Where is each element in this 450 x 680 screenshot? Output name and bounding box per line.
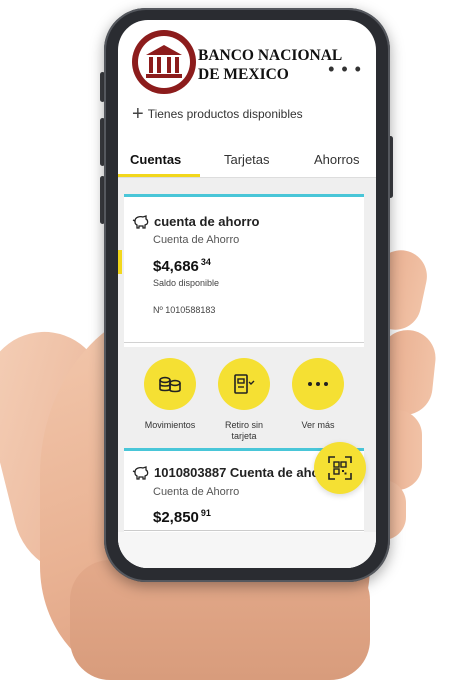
- bank-logo: [132, 30, 196, 94]
- tab-cuentas[interactable]: Cuentas: [130, 152, 181, 167]
- balance-amount: $4,686: [153, 258, 199, 275]
- bank-building-icon: [146, 45, 182, 78]
- account-type: Cuenta de Ahorro: [153, 234, 240, 246]
- account-title[interactable]: cuenta de ahorro: [132, 214, 259, 229]
- available-products-label: Tienes productos disponibles: [147, 107, 303, 121]
- retiro-sin-tarjeta-button[interactable]: Retiro sin tarjeta: [204, 358, 284, 442]
- piggy-bank-icon: [132, 465, 149, 480]
- account-balance: $2,850 91: [153, 508, 211, 526]
- account-name: 1010803887 Cuenta de aho: [154, 465, 320, 480]
- account-title[interactable]: 1010803887 Cuenta de aho: [132, 465, 319, 480]
- available-products-link[interactable]: + Tienes productos disponibles: [132, 103, 303, 125]
- movimientos-label: Movimientos: [144, 420, 196, 430]
- piggy-bank-icon: [132, 214, 149, 229]
- movimientos-button[interactable]: Movimientos: [130, 358, 210, 431]
- coins-icon: [144, 358, 196, 410]
- card-accent-bar: [118, 250, 122, 274]
- account-type: Cuenta de Ahorro: [153, 486, 240, 498]
- account-name: cuenta de ahorro: [154, 214, 260, 229]
- ver-mas-label: Ver más: [301, 420, 335, 430]
- balance-amount: $2,850: [153, 509, 199, 526]
- phone-screen: BANCO NACIONAL DE MEXICO • • • + Tienes …: [118, 20, 376, 568]
- qr-scan-button[interactable]: [314, 442, 366, 494]
- account-balance: $4,686 34: [153, 257, 211, 275]
- balance-cents: 34: [200, 257, 211, 267]
- card-divider: [124, 342, 364, 343]
- balance-cents: 91: [200, 508, 211, 518]
- bottom-area: [118, 532, 376, 568]
- plus-icon: +: [132, 103, 144, 125]
- card-divider: [124, 530, 364, 531]
- more-menu-icon[interactable]: • • •: [328, 60, 362, 78]
- atm-icon: [218, 358, 270, 410]
- more-icon: [292, 358, 344, 410]
- account-number: Nº 1010588183: [153, 305, 216, 315]
- tab-ahorros[interactable]: Ahorros: [314, 152, 360, 167]
- balance-label: Saldo disponible: [153, 278, 220, 288]
- qr-scan-icon: [328, 456, 352, 480]
- tab-tarjetas[interactable]: Tarjetas: [224, 152, 270, 167]
- ver-mas-button[interactable]: Ver más: [278, 358, 358, 431]
- retiro-label: Retiro sin tarjeta: [224, 420, 263, 441]
